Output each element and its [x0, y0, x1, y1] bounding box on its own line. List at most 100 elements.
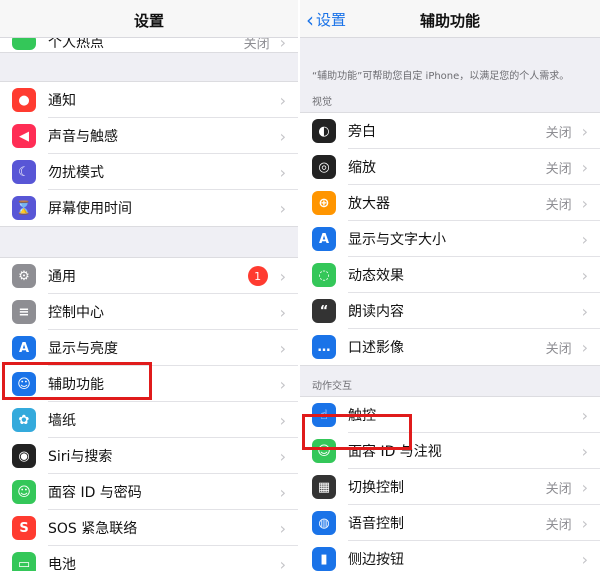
row-value: 关闭	[545, 197, 572, 213]
gear-icon: ⚙	[12, 264, 36, 288]
row-label: Siri与搜索	[48, 449, 113, 465]
chevron-right-icon: ›	[581, 405, 588, 425]
chevron-right-icon: ›	[279, 126, 286, 146]
battery-icon: ▭	[12, 552, 36, 571]
chevron-right-icon: ›	[581, 513, 588, 533]
settings-row[interactable]: A 显示与亮度 ›	[0, 330, 298, 366]
row-value: 关闭	[545, 125, 572, 141]
settings-row[interactable]: A 显示与文字大小 ›	[300, 221, 600, 257]
settings-row[interactable]: ◍ 语音控制 关闭 ›	[300, 505, 600, 541]
chevron-right-icon: ›	[581, 337, 588, 357]
voice-control-icon: ◍	[312, 511, 336, 535]
voiceover-icon: ◐	[312, 119, 336, 143]
row-label: 动态效果	[348, 268, 404, 284]
row-label: 勿扰模式	[48, 165, 104, 181]
sos-icon: S	[12, 516, 36, 540]
settings-row[interactable]: ☺ 面容 ID 与注视 ›	[300, 433, 600, 469]
chevron-right-icon: ›	[279, 302, 286, 322]
row-label: 显示与亮度	[48, 341, 118, 357]
settings-row[interactable]: … 口述影像 关闭 ›	[300, 329, 600, 365]
switch-control-icon: ▦	[312, 475, 336, 499]
vision-group: ◐ 旁白 关闭 › ◎ 缩放 关闭 › ⊕ 放大器 关闭 › A 显示与文字大小 › ◌ 动态效果 › “朗读内容 ›…	[300, 112, 600, 366]
screenshot-root: 设置 个人热点 关闭 › ● 通知 › ◀ 声音与触感 › ☾ 勿扰模式 › ⌛ 屏幕使用时间 › ⚙…	[0, 0, 600, 571]
text-size-icon: A	[312, 227, 336, 251]
siri-icon: ◉	[12, 444, 36, 468]
row-label: 辅助功能	[48, 377, 104, 393]
settings-row[interactable]: ⌛ 屏幕使用时间 ›	[0, 190, 298, 226]
accessibility-icon: ☺	[12, 372, 36, 396]
settings-pane: 设置 个人热点 关闭 › ● 通知 › ◀ 声音与触感 › ☾ 勿扰模式 › ⌛ 屏幕使用时间 › ⚙…	[0, 0, 298, 571]
settings-row[interactable]: ☺ 辅助功能 ›	[0, 366, 298, 402]
display-icon: A	[12, 336, 36, 360]
chevron-right-icon: ›	[279, 374, 286, 394]
settings-row[interactable]: ≡ 控制中心 ›	[0, 294, 298, 330]
accessibility-navbar: ‹ 设置 辅助功能	[300, 0, 600, 38]
settings-row[interactable]: ◐ 旁白 关闭 ›	[300, 113, 600, 149]
chevron-right-icon: ›	[279, 162, 286, 182]
settings-row[interactable]: ▮ 侧边按钮 ›	[300, 541, 600, 571]
settings-row[interactable]: ◌ 动态效果 ›	[300, 257, 600, 293]
notification-badge: 1	[247, 266, 268, 286]
row-label: 口述影像	[348, 340, 404, 356]
row-label: 面容 ID 与注视	[348, 444, 442, 460]
chevron-right-icon: ›	[279, 446, 286, 466]
chevron-right-icon: ›	[581, 229, 588, 249]
settings-row[interactable]: ✿ 墙纸 ›	[0, 402, 298, 438]
row-label: 通用	[48, 269, 76, 285]
sound-icon: ◀	[12, 124, 36, 148]
face-id-icon: ☺	[12, 480, 36, 504]
row-label: SOS 紧急联络	[48, 521, 138, 537]
settings-row[interactable]: ⊕ 放大器 关闭 ›	[300, 185, 600, 221]
settings-row[interactable]: ☺ 面容 ID 与密码 ›	[0, 474, 298, 510]
row-label: 控制中心	[48, 305, 104, 321]
settings-row[interactable]: ◎ 缩放 关闭 ›	[300, 149, 600, 185]
row-label: 缩放	[348, 160, 376, 176]
face-id-attention-icon: ☺	[312, 439, 336, 463]
audio-description-icon: …	[312, 335, 336, 359]
settings-group-notifications: ● 通知 › ◀ 声音与触感 › ☾ 勿扰模式 › ⌛ 屏幕使用时间 ›	[0, 81, 298, 227]
chevron-right-icon: ›	[581, 477, 588, 497]
row-label: 切换控制	[348, 480, 404, 496]
magnifier-icon: ⊕	[312, 191, 336, 215]
chevron-right-icon: ›	[581, 193, 588, 213]
settings-row[interactable]: ▦ 切换控制 关闭 ›	[300, 469, 600, 505]
row-label: 墙纸	[48, 413, 76, 429]
chevron-right-icon: ›	[581, 301, 588, 321]
settings-row[interactable]: ◉ Siri与搜索 ›	[0, 438, 298, 474]
settings-row[interactable]: “ 朗读内容 ›	[300, 293, 600, 329]
interaction-group: ☝ 触控 › ☺ 面容 ID 与注视 › ▦ 切换控制 关闭 › ◍ 语音控制 关闭 › ▮ 侧边按钮 ›	[300, 396, 600, 571]
row-label: 放大器	[348, 196, 390, 212]
row-label: 面容 ID 与密码	[48, 485, 142, 501]
side-button-icon: ▮	[312, 547, 336, 571]
zoom-icon: ◎	[312, 155, 336, 179]
settings-list: 个人热点 关闭 › ● 通知 › ◀ 声音与触感 › ☾ 勿扰模式 › ⌛ 屏幕使用时间 › ⚙ 通用 1…	[0, 32, 298, 571]
row-label: 屏幕使用时间	[48, 201, 132, 217]
settings-row[interactable]: S SOS 紧急联络 ›	[0, 510, 298, 546]
row-label: 触控	[348, 408, 376, 424]
row-value: 关闭	[545, 481, 572, 497]
chevron-right-icon: ›	[581, 441, 588, 461]
section-header-vision: 视觉	[312, 97, 332, 108]
settings-row[interactable]: ● 通知 ›	[0, 82, 298, 118]
settings-group-general: ⚙ 通用 1 › ≡ 控制中心 › A 显示与亮度 › ☺ 辅助功能 › ✿ 墙纸 › ◉ Siri与搜索 › ☺ 面容…	[0, 257, 298, 571]
settings-row[interactable]: ☾ 勿扰模式 ›	[0, 154, 298, 190]
row-label: 语音控制	[348, 516, 404, 532]
chevron-right-icon: ›	[279, 410, 286, 430]
chevron-right-icon: ›	[279, 266, 286, 286]
chevron-right-icon: ›	[279, 518, 286, 538]
chevron-right-icon: ›	[581, 121, 588, 141]
row-label: 声音与触感	[48, 129, 118, 145]
chevron-right-icon: ›	[279, 198, 286, 218]
settings-row[interactable]: ▭ 电池 ›	[0, 546, 298, 571]
settings-row[interactable]: ◀ 声音与触感 ›	[0, 118, 298, 154]
row-label: 显示与文字大小	[348, 232, 446, 248]
settings-navbar: 设置	[0, 0, 298, 38]
chevron-right-icon: ›	[279, 482, 286, 502]
settings-row[interactable]: ⚙ 通用 1 ›	[0, 258, 298, 294]
row-label: 侧边按钮	[348, 552, 404, 568]
row-label: 旁白	[348, 124, 376, 140]
motion-icon: ◌	[312, 263, 336, 287]
settings-row[interactable]: ☝ 触控 ›	[300, 397, 600, 433]
chevron-right-icon: ›	[279, 338, 286, 358]
